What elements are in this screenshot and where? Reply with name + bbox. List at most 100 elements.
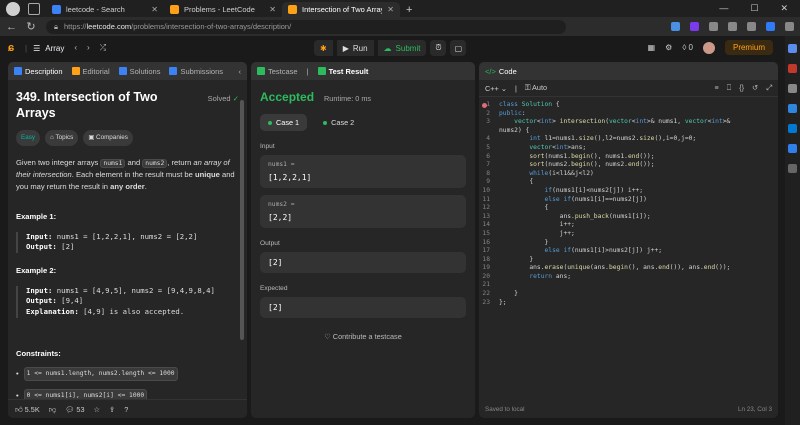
code-text: j++; (499, 229, 575, 237)
tab-editorial[interactable]: Editorial (71, 67, 110, 76)
bookmark-icon[interactable]: ☆ (94, 405, 101, 414)
tab-test-result[interactable]: Test Result (317, 67, 368, 76)
settings-icon[interactable]: ⚙ (665, 43, 672, 52)
line-number: 7 (486, 161, 490, 169)
companies-chip[interactable]: ▣ Companies (83, 130, 133, 146)
share-icon[interactable]: ⇪ (109, 405, 115, 414)
address-bar: ← ↻ 🔒︎ https://leetcode.com/problems/int… (0, 17, 800, 36)
example-input: nums1 = [1,2,2,1], nums2 = [2,2] (56, 231, 198, 241)
streak-counter[interactable]: ◊ 0 (682, 43, 693, 52)
tools-sidebar-icon[interactable] (788, 84, 797, 93)
new-tab-button[interactable]: + (406, 4, 412, 16)
output-section-label: Output (260, 240, 280, 247)
debug-button[interactable]: ✱ (314, 40, 333, 56)
code-toolbar: C++ ⌄ | ⚿ Auto ≡ ⎕ {} ↺ ⤢ (479, 80, 778, 97)
collapse-panel-icon[interactable]: ‹ (239, 67, 242, 76)
braces-icon[interactable]: {} (739, 83, 744, 93)
minimize-icon[interactable]: — (719, 3, 728, 14)
browser-tab[interactable]: leetcode - Search ✕ (46, 2, 164, 17)
topics-chip[interactable]: ⌂ Topics (45, 130, 79, 146)
reset-icon[interactable]: ↺ (752, 83, 758, 93)
run-button[interactable]: ▶ Run (336, 40, 374, 56)
maximize-icon[interactable]: ☐ (750, 3, 758, 14)
avatar[interactable] (702, 41, 715, 54)
profile-icon[interactable] (6, 2, 20, 16)
inline-code: nums1 (100, 158, 126, 168)
star-icon[interactable] (709, 22, 718, 31)
games-sidebar-icon[interactable] (788, 104, 797, 113)
settings-more-icon[interactable] (785, 22, 794, 31)
drop-sidebar-icon[interactable] (788, 144, 797, 153)
submit-button[interactable]: ☁ Submit (377, 40, 427, 56)
tab-testcase[interactable]: Testcase (257, 67, 298, 76)
next-problem-icon[interactable]: › (87, 43, 90, 53)
url-field[interactable]: 🔒︎ https://leetcode.com/problems/interse… (46, 19, 566, 34)
browser-tab[interactable]: Problems - LeetCode ✕ (164, 2, 282, 17)
refresh-icon[interactable]: ↻ (26, 20, 36, 33)
tab-submissions[interactable]: Submissions (169, 67, 223, 76)
line-number: 2 (486, 109, 490, 117)
close-tab-icon[interactable]: ✕ (387, 5, 394, 14)
like-button[interactable]: 👍︎ 5.5K (15, 405, 40, 414)
case-tab-2[interactable]: Case 2 (315, 114, 362, 131)
close-tab-icon[interactable]: ✕ (269, 5, 276, 14)
close-tab-icon[interactable]: ✕ (151, 5, 158, 14)
timer-button[interactable]: ⏰︎ (430, 40, 447, 56)
premium-button[interactable]: Premium (724, 40, 773, 55)
outlook-sidebar-icon[interactable] (788, 124, 797, 133)
example-output: [2] (61, 242, 75, 252)
url-scheme: https:// (64, 22, 87, 31)
input-value: [1,2,2,1] (268, 173, 312, 182)
tab-actions-icon[interactable] (28, 3, 40, 15)
line-number: 16 (482, 238, 490, 246)
tab-title: Problems - LeetCode (184, 5, 255, 14)
problem-list-button[interactable]: ☰ Array (33, 44, 64, 53)
code-line: 21 (479, 281, 778, 290)
favorites-icon[interactable] (747, 22, 756, 31)
description-scrollbar[interactable] (240, 100, 244, 340)
fullscreen-icon[interactable]: ⤢ (766, 83, 772, 93)
language-select[interactable]: C++ ⌄ (485, 84, 507, 93)
extension-icon[interactable] (690, 22, 699, 31)
browser-tab-bar: leetcode - Search ✕ Problems - LeetCode … (0, 0, 800, 17)
input-value: [2,2] (268, 213, 293, 222)
add-sidebar-icon[interactable] (788, 164, 797, 173)
comments-button[interactable]: 💬︎ 53 (65, 405, 84, 414)
copilot-icon[interactable] (766, 22, 775, 31)
tab-code[interactable]: </> Code (485, 67, 517, 76)
case-label: Case 1 (276, 118, 300, 127)
notes-button[interactable]: ▢ (450, 40, 467, 56)
prev-problem-icon[interactable]: ‹ (74, 43, 77, 53)
example-block: Input: nums1 = [4,9,5], nums2 = [9,4,9,8… (16, 285, 239, 318)
help-icon[interactable]: ? (124, 405, 128, 414)
shuffle-icon[interactable]: ⤮ (100, 43, 106, 53)
breakpoint-icon (482, 103, 487, 108)
result-status: Accepted (260, 90, 315, 104)
browser-extensions (671, 22, 794, 31)
difficulty-badge[interactable]: Easy (16, 130, 40, 146)
close-window-icon[interactable]: ✕ (780, 3, 788, 14)
dislike-icon[interactable]: 👎︎ (49, 405, 56, 414)
example-block: Input: nums1 = [1,2,2,1], nums2 = [2,2] … (16, 231, 239, 254)
line-number: 13 (482, 212, 490, 220)
bookmark-icon[interactable]: ⎕ (727, 83, 731, 93)
line-number: 9 (486, 178, 490, 186)
window-controls: — ☐ ✕ (719, 3, 800, 17)
contribute-testcase-button[interactable]: ♡ Contribute a testcase (260, 332, 466, 341)
back-icon[interactable]: ← (6, 21, 17, 33)
auto-toggle[interactable]: ⚿ Auto (525, 83, 547, 93)
format-icon[interactable]: ≡ (715, 83, 719, 93)
search-sidebar-icon[interactable] (788, 44, 797, 53)
collections-icon[interactable] (728, 22, 737, 31)
code-editor[interactable]: 1 class Solution {2 public: 3 vector<int> i… (479, 97, 778, 307)
extension-icon[interactable] (671, 22, 680, 31)
browser-tab-active[interactable]: Intersection of Two Arrays - LeetCode ✕ (282, 2, 400, 17)
case-tab-1[interactable]: Case 1 (260, 114, 308, 131)
layout-icon[interactable]: ▦ (648, 43, 656, 52)
leetcode-logo-icon[interactable]: ɕ (8, 42, 19, 54)
shopping-sidebar-icon[interactable] (788, 64, 797, 73)
code-text: int l1=nums1.size(),l2=nums2.size(),i=0,… (529, 135, 697, 143)
tab-description[interactable]: Description (14, 67, 63, 76)
tab-solutions[interactable]: Solutions (118, 67, 160, 76)
statement-text: . (144, 181, 147, 191)
